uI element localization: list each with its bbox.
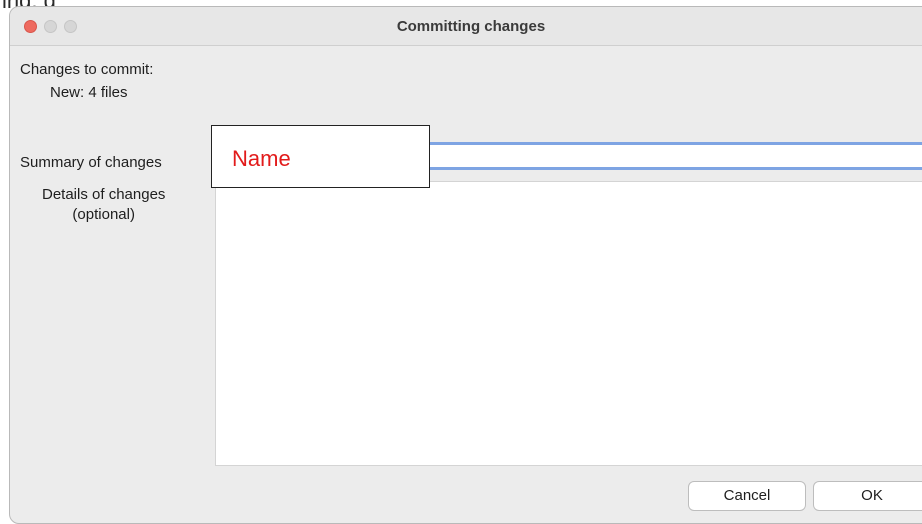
summary-label: Summary of changes [20,154,162,171]
annotation-callout-box: Name [211,125,430,188]
annotation-name-label: Name [232,146,291,171]
cancel-button[interactable]: Cancel [688,481,806,511]
details-label-line1: Details of changes [42,186,166,203]
commit-dialog: Committing changes Changes to commit: Ne… [9,6,922,524]
details-label: Details of changes (optional) [42,185,165,225]
window-title: Committing changes [396,18,546,35]
changes-heading: Changes to commit: [20,61,154,78]
new-files-count: New: 4 files [50,84,128,101]
details-label-line2: (optional) [72,206,135,223]
ok-button[interactable]: OK [813,481,922,511]
details-textarea[interactable] [215,181,922,466]
title-bar: Committing changes [10,7,922,46]
